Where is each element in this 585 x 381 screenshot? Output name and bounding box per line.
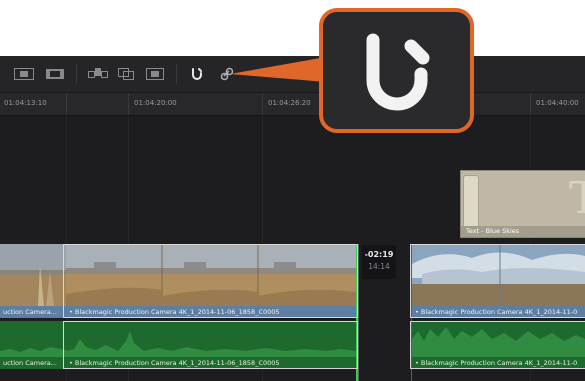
snapping-magnet-icon <box>366 33 430 111</box>
snapping-callout <box>319 8 474 133</box>
callout-pointer <box>230 57 326 82</box>
